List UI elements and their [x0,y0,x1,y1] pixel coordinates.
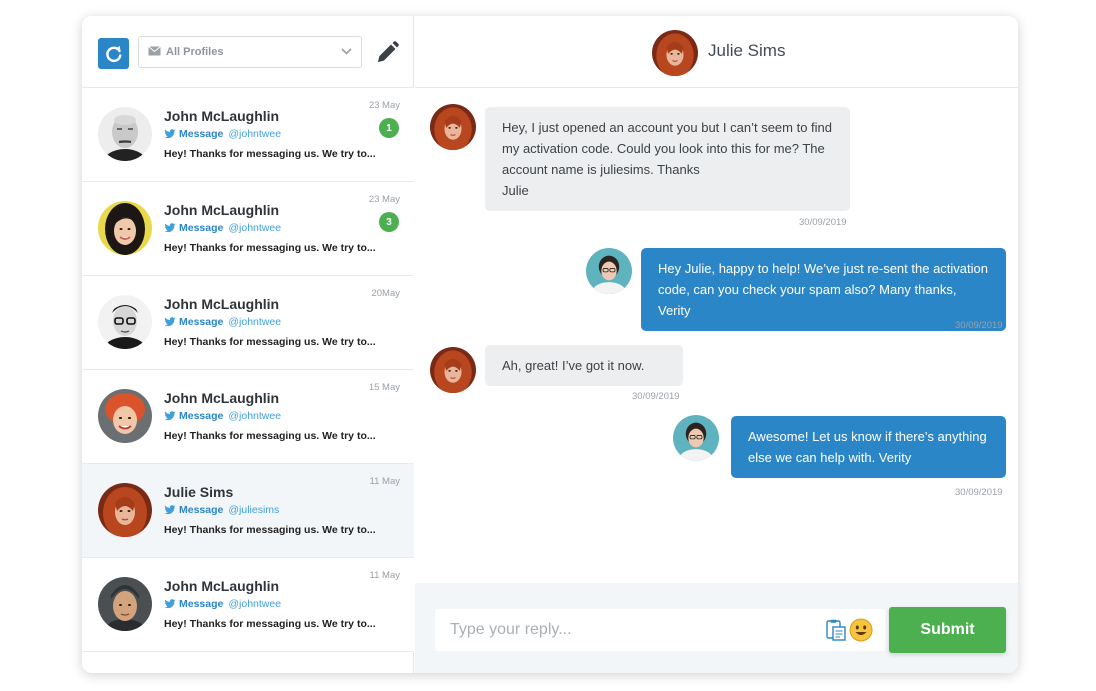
twitter-handle: @juliesims [228,504,280,516]
message-timestamp: 30/09/2019 [955,487,1003,498]
message-type: Message [179,598,224,610]
contact-name: John McLaughlin [164,108,280,124]
refresh-icon [105,45,121,62]
sidebar-toolbar: All Profiles [82,16,414,88]
message-meta: Message @johntwee [164,222,281,234]
outgoing-message: Awesome! Let us know if there’s anything… [731,416,1006,478]
conversation-item-active[interactable]: Julie Sims Message @juliesims Hey! Thank… [82,464,414,558]
message-meta: Message @johntwee [164,316,281,328]
conversation-item[interactable]: John McLaughlin Message @johntwee Hey! T… [82,88,414,182]
clipboard-attach-icon[interactable] [825,619,847,641]
conversation-date: 11 May [369,476,400,487]
twitter-handle: @johntwee [228,316,282,328]
message-timestamp: 30/09/2019 [632,391,680,402]
twitter-icon [164,128,176,140]
compose-pencil-icon[interactable] [374,40,400,66]
julie-avatar [98,483,152,537]
chat-header: Julie Sims [415,16,1018,88]
message-type: Message [179,504,224,516]
conversation-item[interactable]: John McLaughlin Message @johntwee Hey! T… [82,558,414,652]
conversation-date: 15 May [368,382,400,393]
julie-avatar [652,30,698,76]
message-preview: Hey! Thanks for messaging us. We try to.… [164,148,376,160]
message-preview: Hey! Thanks for messaging us. We try to.… [164,618,376,630]
contact-name: John McLaughlin [164,390,280,406]
man-beanie-avatar [98,577,152,631]
submit-button[interactable]: Submit [889,607,1006,653]
incoming-message: Hey, I just opened an account you but I … [485,107,850,211]
twitter-handle: @johntwee [228,222,282,234]
message-type: Message [179,222,224,234]
unread-count-badge: 1 [379,118,399,138]
verity-avatar [673,415,719,461]
verity-avatar [586,248,632,294]
message-type: Message [179,410,224,422]
message-timestamp: 30/09/2019 [799,217,847,228]
profile-select[interactable]: All Profiles [138,36,362,68]
message-meta: Message @johntwee [164,598,281,610]
conversation-item[interactable]: John McLaughlin Message @johntwee Hey! T… [82,276,414,370]
conversation-date: 23 May [368,194,400,205]
julie-avatar [430,347,476,393]
message-preview: Hey! Thanks for messaging us. We try to.… [164,524,376,536]
conversation-item[interactable]: John McLaughlin Message @johntwee Hey! T… [82,370,414,464]
contact-name: John McLaughlin [164,578,280,594]
twitter-handle: @johntwee [228,410,282,422]
chat-contact-name: Julie Sims [708,41,786,60]
twitter-icon [164,410,176,422]
message-preview: Hey! Thanks for messaging us. We try to.… [164,336,376,348]
twitter-icon [164,504,176,516]
man-bald-avatar [98,107,152,161]
twitter-handle: @johntwee [228,128,282,140]
reply-composer: Submit [415,583,1018,673]
incoming-message: Ah, great! I’ve got it now. [485,345,683,386]
profile-select-value: All Profiles [166,46,224,58]
message-meta: Message @johntwee [164,410,281,422]
message-meta: Message @johntwee [164,128,281,140]
woman-dark-hair-avatar [98,201,152,255]
message-type: Message [179,128,224,140]
conversation-date: 20May [371,288,400,299]
contact-name: John McLaughlin [164,296,280,312]
message-timestamp: 30/09/2019 [955,320,1003,331]
conversation-list: John McLaughlin Message @johntwee Hey! T… [82,88,414,652]
twitter-icon [164,222,176,234]
refresh-button[interactable] [98,38,129,69]
twitter-handle: @johntwee [228,598,282,610]
message-meta: Message @juliesims [164,504,279,516]
contact-name: Julie Sims [164,484,234,500]
message-type: Message [179,316,224,328]
twitter-icon [164,316,176,328]
woman-red-hair-avatar [98,389,152,443]
contact-name: John McLaughlin [164,202,280,218]
chevron-down-icon [341,48,352,55]
man-glasses-avatar [98,295,152,349]
chat-panel: Julie Sims Hey, I just opened an account… [415,16,1018,673]
emoji-icon[interactable] [849,618,873,642]
messaging-app: All Profiles John McLaughlin Message @jo… [82,16,1018,673]
message-preview: Hey! Thanks for messaging us. We try to.… [164,430,376,442]
conversation-date: 23 May [368,100,400,111]
conversation-sidebar: All Profiles John McLaughlin Message @jo… [82,16,414,673]
reply-input[interactable] [435,609,815,651]
unread-count-badge: 3 [379,212,399,232]
conversation-item[interactable]: John McLaughlin Message @johntwee Hey! T… [82,182,414,276]
outgoing-message: Hey Julie, happy to help! We’ve just re-… [641,248,1006,331]
envelope-icon [148,46,161,56]
reply-box [435,609,885,651]
twitter-icon [164,598,176,610]
julie-avatar [430,104,476,150]
message-preview: Hey! Thanks for messaging us. We try to.… [164,242,376,254]
conversation-date: 11 May [369,570,400,581]
